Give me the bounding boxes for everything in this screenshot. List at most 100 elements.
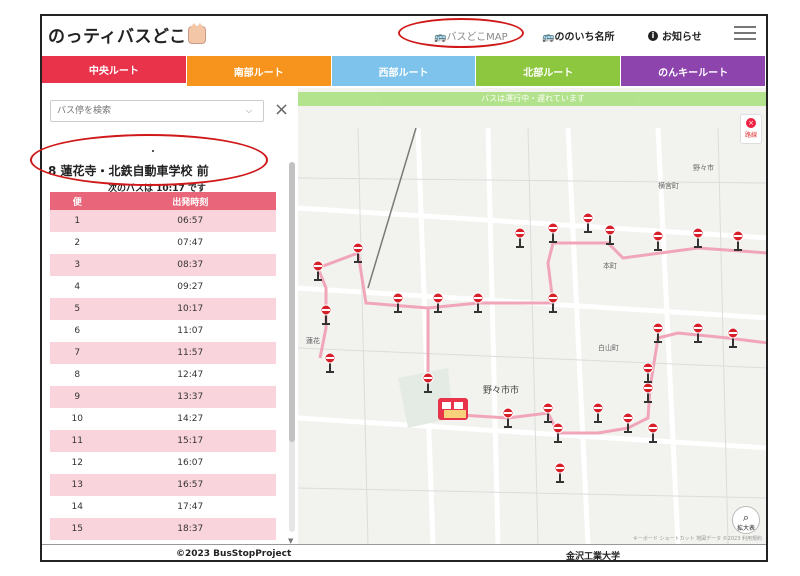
bus-stop-marker-icon[interactable] [324, 352, 336, 373]
map-label-renge: 蓮花 [306, 336, 320, 345]
table-row[interactable]: 9 13:37 [50, 386, 276, 408]
run-number-cell: 9 [50, 386, 105, 408]
bus-stop-marker-icon[interactable] [732, 230, 744, 251]
run-number-cell: 4 [50, 276, 105, 298]
bus-stop-marker-icon[interactable] [392, 292, 404, 313]
table-row[interactable]: 5 10:17 [50, 298, 276, 320]
zoom-label: 拡大表 [736, 525, 755, 532]
logo[interactable]: のっティバスどこ [48, 22, 207, 47]
table-row[interactable]: 11 15:17 [50, 430, 276, 452]
map[interactable]: 野々市市 本町 白山町 横宮町 野々市 蓮花 バスは運行中・遅れています × 路… [298, 88, 766, 544]
departure-time-cell: 17:47 [104, 496, 276, 518]
header: のっティバスどこ 🚌バスどこMAP 🚌ののいち名所 i お知らせ [42, 16, 766, 56]
table-row[interactable]: 6 11:07 [50, 320, 276, 342]
run-number-cell: 13 [50, 474, 105, 496]
departure-time-cell: 06:57 [104, 210, 276, 232]
famous-places-link[interactable]: 🚌ののいち名所 [542, 28, 614, 43]
map-label-yokomiya: 横宮町 [658, 181, 679, 190]
route-toggle-button[interactable]: × 路線 [740, 114, 762, 144]
table-row[interactable]: 15 18:37 [50, 518, 276, 540]
bus-stop-search-input[interactable] [50, 100, 264, 122]
bus-map-link[interactable]: 🚌バスどこMAP [434, 28, 508, 43]
bus-stop-marker-icon[interactable] [692, 322, 704, 343]
cat-icon [188, 22, 207, 44]
table-row[interactable]: 2 07:47 [50, 232, 276, 254]
bus-stop-marker-icon[interactable] [554, 462, 566, 483]
map-label-nonoichi: 野々市 [693, 163, 714, 172]
railway [367, 127, 417, 289]
col-header-run: 便 [50, 192, 105, 210]
app-frame: のっティバスどこ 🚌バスどこMAP 🚌ののいち名所 i お知らせ 中央ルート 南… [40, 14, 768, 562]
close-icon: × [746, 118, 756, 128]
tab-west-route[interactable]: 西部ルート [331, 56, 477, 86]
tab-south-route[interactable]: 南部ルート [186, 56, 332, 86]
tab-nonki-route[interactable]: のんキールート [621, 56, 766, 86]
map-attribution: キーボード ショートカット 地図データ ©2023 利用規約 [632, 536, 762, 542]
news-label: お知らせ [662, 32, 702, 43]
run-number-cell: 10 [50, 408, 105, 430]
table-row[interactable]: 10 14:27 [50, 408, 276, 430]
table-row[interactable]: 1 06:57 [50, 210, 276, 232]
map-label-hakusanmachi: 白山町 [598, 343, 619, 352]
scrollbar-thumb[interactable] [289, 162, 295, 442]
table-row[interactable]: 4 09:27 [50, 276, 276, 298]
stop-name: 8 蓮花寺・北鉄自動車学校 前 [48, 164, 209, 178]
bus-stop-marker-icon[interactable] [582, 212, 594, 233]
footer: ©2023 BusStopProject 金沢工業大学 [42, 544, 766, 560]
bus-stop-marker-icon[interactable] [514, 227, 526, 248]
close-icon[interactable]: × [274, 99, 289, 120]
run-number-cell: 3 [50, 254, 105, 276]
bus-stop-marker-icon[interactable] [592, 402, 604, 423]
magnifier-icon: ⌕ [742, 511, 750, 524]
tab-central-route[interactable]: 中央ルート [42, 56, 187, 86]
run-number-cell: 2 [50, 232, 105, 254]
table-row[interactable]: 7 11:57 [50, 342, 276, 364]
zoom-button[interactable]: ⌕ 拡大表 [732, 506, 760, 534]
departure-time-cell: 10:17 [104, 298, 276, 320]
run-number-cell: 12 [50, 452, 105, 474]
scroll-down-icon[interactable]: ▼ [288, 537, 293, 544]
bus-stop-marker-icon[interactable] [642, 382, 654, 403]
departure-time-cell: 16:07 [104, 452, 276, 474]
table-row[interactable]: 13 16:57 [50, 474, 276, 496]
departure-time-cell: 15:17 [104, 430, 276, 452]
map-label-nonoichi-city: 野々市市 [483, 384, 519, 396]
route-toggle-label: 路線 [744, 132, 757, 139]
run-number-cell: 1 [50, 210, 105, 232]
departure-time-cell: 12:47 [104, 364, 276, 386]
departure-time-cell: 14:27 [104, 408, 276, 430]
hamburger-menu-icon[interactable] [734, 24, 756, 42]
run-number-cell: 5 [50, 298, 105, 320]
map-label-honmachi: 本町 [603, 261, 617, 270]
table-row[interactable]: 12 16:07 [50, 452, 276, 474]
chevron-down-icon[interactable]: ⌵ [246, 106, 252, 116]
timetable: 便 出発時刻 1 06:57 2 07:47 3 08:37 4 09:27 5 10:17 6 11… [50, 192, 276, 540]
news-link[interactable]: i お知らせ [648, 28, 702, 43]
departure-time-cell: 07:47 [104, 232, 276, 254]
run-number-cell: 11 [50, 430, 105, 452]
info-icon: i [648, 30, 658, 41]
departure-time-cell: 08:37 [104, 254, 276, 276]
bus-stop-marker-icon[interactable] [320, 304, 332, 325]
departure-time-cell: 18:37 [104, 518, 276, 540]
marker-dot [152, 150, 154, 152]
run-number-cell: 14 [50, 496, 105, 518]
map-canvas: 野々市市 本町 白山町 横宮町 野々市 蓮花 [298, 127, 766, 544]
bus-stop-marker-icon[interactable] [692, 227, 704, 248]
bus-stop-marker-icon[interactable] [432, 292, 444, 313]
service-status-banner: バスは運行中・遅れています [298, 92, 766, 106]
table-row[interactable]: 3 08:37 [50, 254, 276, 276]
run-number-cell: 15 [50, 518, 105, 540]
bus-icon[interactable] [438, 398, 468, 420]
table-row[interactable]: 14 17:47 [50, 496, 276, 518]
route-line [316, 241, 766, 435]
table-row[interactable]: 8 12:47 [50, 364, 276, 386]
departure-time-cell: 09:27 [104, 276, 276, 298]
bus-stop-marker-icon[interactable] [652, 322, 664, 343]
departure-time-cell: 16:57 [104, 474, 276, 496]
tab-north-route[interactable]: 北部ルート [476, 56, 622, 86]
bus-stop-marker-icon[interactable] [547, 222, 559, 243]
logo-text: のっティバスどこ [48, 27, 187, 47]
run-number-cell: 8 [50, 364, 105, 386]
departure-time-cell: 11:07 [104, 320, 276, 342]
